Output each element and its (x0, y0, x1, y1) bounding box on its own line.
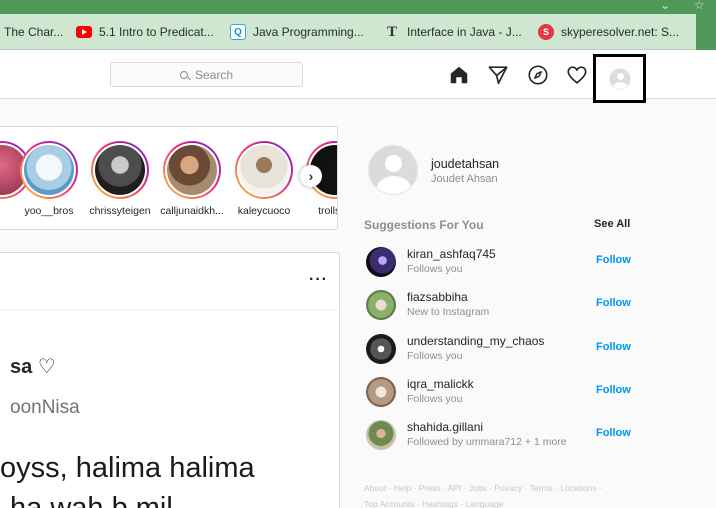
youtube-icon (76, 26, 92, 38)
suggestion-username[interactable]: fiazsabbiha (407, 290, 468, 304)
story-username: yoo__bros (24, 205, 74, 217)
bookmark-item-0[interactable]: The Char... (4, 14, 63, 50)
story-avatar (24, 145, 74, 195)
bookmark-item-4[interactable]: S skyperesolver.net: S... (538, 14, 679, 50)
explore-icon[interactable] (527, 64, 549, 86)
skyperesolver-icon: S (538, 24, 554, 40)
suggestion-avatar[interactable] (366, 334, 396, 364)
suggestion-username[interactable]: understanding_my_chaos (407, 334, 544, 348)
star-icon[interactable]: ☆ (694, 0, 705, 12)
bookmark-label: Java Programming... (253, 25, 364, 39)
post-image-text-handle: oonNisa (10, 397, 80, 418)
profile-avatar-icon (608, 67, 631, 90)
post-image-text-line-1: oyss, halima halima (0, 452, 255, 484)
suggestion-subtitle: Follows you (407, 350, 463, 362)
post-image-text-line-2: ha wah b mil (10, 492, 173, 508)
suggestion-username[interactable]: shahida.gillani (407, 420, 483, 434)
chevron-right-icon: › (308, 168, 314, 184)
follow-button[interactable]: Follow (596, 427, 631, 439)
suggestion-avatar[interactable] (366, 290, 396, 320)
bookmark-label: Interface in Java - J... (407, 25, 522, 39)
profile-menu-button[interactable] (593, 54, 646, 103)
bookmarks-bar: The Char... 5.1 Intro to Predicat... Q J… (0, 14, 716, 50)
suggestion-row: shahida.gillani Followed by ummara712 + … (366, 419, 632, 451)
story-item[interactable]: kaleycuoco (231, 141, 297, 217)
follow-button[interactable]: Follow (596, 254, 631, 266)
suggestion-avatar[interactable] (366, 247, 396, 277)
story-username: kaleycuoco (237, 205, 291, 217)
top-navigation: Search (0, 50, 716, 103)
suggestion-username[interactable]: kiran_ashfaq745 (407, 247, 496, 261)
story-avatar (95, 145, 145, 195)
suggestion-row: understanding_my_chaos Follows you Follo… (366, 333, 632, 365)
suggestion-row: kiran_ashfaq745 Follows you Follow (366, 246, 632, 278)
current-user-username[interactable]: joudetahsan (431, 157, 499, 171)
suggestion-avatar[interactable] (366, 420, 396, 450)
story-item[interactable]: yoo__bros (16, 141, 82, 217)
search-icon (179, 70, 188, 79)
follow-button[interactable]: Follow (596, 384, 631, 396)
home-icon[interactable] (448, 64, 470, 86)
story-avatar (239, 145, 289, 195)
window-controls: ⌄ ☆ (646, 0, 716, 14)
story-item[interactable]: chrissyteigen (87, 141, 153, 217)
follow-button[interactable]: Follow (596, 341, 631, 353)
story-avatar (167, 145, 217, 195)
bookmark-item-3[interactable]: T Interface in Java - J... (384, 14, 522, 50)
suggestion-row: fiazsabbiha New to Instagram Follow (366, 289, 632, 321)
current-user-fullname: Joudet Ahsan (431, 173, 498, 185)
q-site-icon: Q (230, 24, 246, 40)
bookmark-label: 5.1 Intro to Predicat... (99, 25, 214, 39)
stories-next-button[interactable]: › (300, 165, 322, 187)
bookmark-label: skyperesolver.net: S... (561, 25, 680, 39)
suggestion-row: iqra_malickk Follows you Follow (366, 376, 632, 408)
story-username: chrissyteigen (89, 205, 151, 217)
suggestion-subtitle: Follows you (407, 393, 463, 405)
post-header-divider (0, 309, 339, 310)
search-placeholder: Search (194, 67, 234, 82)
search-input[interactable]: Search (110, 62, 303, 87)
more-options-icon[interactable]: ··· (309, 271, 328, 289)
collapse-icon[interactable]: ⌄ (660, 0, 670, 12)
bookmark-label: The Char... (4, 25, 64, 39)
story-username: trolls_o (318, 205, 337, 217)
post-image-text-author: sa ♡ (10, 356, 56, 378)
suggestion-subtitle: Followed by ummara712 + 1 more (407, 436, 567, 448)
story-item[interactable]: calljunaidkh... (159, 141, 225, 217)
bookmark-item-2[interactable]: Q Java Programming... (230, 14, 364, 50)
bookmark-item-1[interactable]: 5.1 Intro to Predicat... (76, 14, 214, 50)
sidebar-footer-links: About · Help · Press · API · Jobs · Priv… (364, 480, 634, 508)
footer-links-line-2[interactable]: Top Accounts · Hashtags · Language (364, 496, 634, 508)
activity-heart-icon[interactable] (566, 64, 588, 86)
see-all-link[interactable]: See All (594, 218, 630, 230)
footer-links-line-1[interactable]: About · Help · Press · API · Jobs · Priv… (364, 480, 634, 496)
stories-tray: yoo__bros chrissyteigen calljunaidkh... … (0, 126, 338, 230)
suggestion-subtitle: New to Instagram (407, 306, 490, 318)
story-username: calljunaidkh... (160, 205, 224, 217)
direct-icon[interactable] (487, 64, 509, 86)
t-site-icon: T (386, 23, 397, 40)
suggestion-username[interactable]: iqra_malickk (407, 377, 474, 391)
browser-tab-strip: ⌄ ☆ (0, 0, 716, 14)
suggestion-avatar[interactable] (366, 377, 396, 407)
current-user-avatar[interactable] (368, 145, 418, 195)
suggestion-subtitle: Follows you (407, 263, 463, 275)
follow-button[interactable]: Follow (596, 297, 631, 309)
bookmarks-edge (696, 14, 716, 50)
suggestions-title: Suggestions For You (364, 218, 484, 232)
